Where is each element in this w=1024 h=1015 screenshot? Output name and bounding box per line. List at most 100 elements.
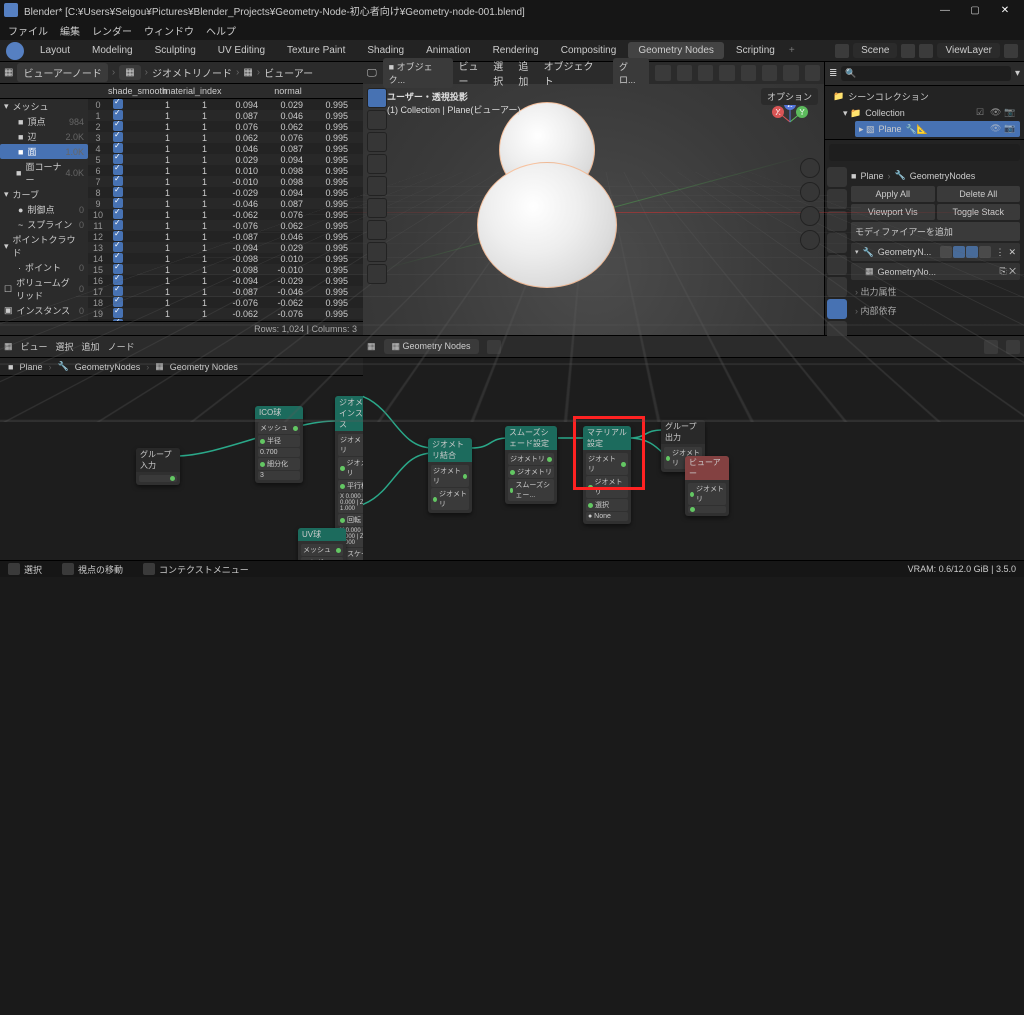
render-icon[interactable]: 📷 <box>1004 107 1016 119</box>
sb-face[interactable]: ■面1.0K <box>0 144 88 159</box>
table-row[interactable]: 811-0.0290.0940.995 <box>88 187 363 198</box>
workspace-tab-uv-editing[interactable]: UV Editing <box>208 42 275 59</box>
vp-menu-view[interactable]: ビュー <box>459 58 488 88</box>
transform-tool[interactable] <box>367 198 387 218</box>
plane-object[interactable]: ▸ ▧Plane🔧📐👁📷 <box>855 121 1020 137</box>
viewlayer-icon[interactable] <box>919 44 933 58</box>
apply-all-button[interactable]: Apply All <box>851 186 935 202</box>
add-tool[interactable] <box>367 264 387 284</box>
table-row[interactable]: 3110.0620.0760.995 <box>88 132 363 143</box>
props-search[interactable] <box>829 144 1020 161</box>
pan-icon[interactable] <box>800 182 820 202</box>
curve-group[interactable]: ▾カーブ <box>0 187 88 202</box>
collection[interactable]: ▾ 📁Collection☑👁📷 <box>829 105 1020 121</box>
vp-editor-type-icon[interactable]: 🖵 <box>367 68 377 79</box>
bc-geonode[interactable]: ジオメトリノード <box>152 65 232 80</box>
shading-mat-icon[interactable] <box>783 65 798 81</box>
cursor-tool[interactable] <box>367 110 387 130</box>
table-row[interactable]: 1110.0870.0460.995 <box>88 110 363 121</box>
delete-all-button[interactable]: Delete All <box>937 186 1021 202</box>
editor-type-icon[interactable]: ▦ <box>4 67 13 78</box>
shading-wire-icon[interactable] <box>741 65 756 81</box>
outliner-search[interactable]: 🔍 <box>841 66 1011 81</box>
props-tab-render[interactable] <box>827 167 847 187</box>
node-join-geometry[interactable]: ジオメトリ結合 ジオメトリジオメトリ <box>428 438 472 513</box>
add-workspace-button[interactable]: + <box>785 45 799 56</box>
modifier-close-icon[interactable]: ✕ <box>1008 247 1016 258</box>
sb-corner[interactable]: ■面コーナー4.0K <box>0 159 88 187</box>
render-icon[interactable]: 📷 <box>1004 123 1016 135</box>
viewlayer-browse-icon[interactable] <box>1004 44 1018 58</box>
workspace-tab-geometry-nodes[interactable]: Geometry Nodes <box>628 42 724 59</box>
xray-icon[interactable] <box>719 65 734 81</box>
select-tool[interactable] <box>367 88 387 108</box>
minimize-button[interactable]: — <box>930 0 960 20</box>
eye-icon[interactable]: 👁 <box>990 107 1002 119</box>
vp-orientation[interactable]: グロ... <box>613 58 649 88</box>
rotate-tool[interactable] <box>367 154 387 174</box>
menu-render[interactable]: レンダー <box>92 23 132 38</box>
pc-group[interactable]: ▾ポイントクラウド <box>0 232 88 260</box>
shading-solid-icon[interactable] <box>762 65 777 81</box>
sb-cp[interactable]: ●制御点0 <box>0 202 88 217</box>
scene-field[interactable]: Scene <box>853 43 897 58</box>
viewlayer-field[interactable]: ViewLayer <box>937 43 1000 58</box>
workspace-tab-shading[interactable]: Shading <box>357 42 414 59</box>
eye-icon[interactable]: 👁 <box>990 123 1002 135</box>
measure-tool[interactable] <box>367 242 387 262</box>
annotate-tool[interactable] <box>367 220 387 240</box>
workspace-tab-scripting[interactable]: Scripting <box>726 42 785 59</box>
col-shade-smooth[interactable]: shade_smooth <box>108 86 163 96</box>
menu-help[interactable]: ヘルプ <box>206 23 236 38</box>
scene-icon[interactable] <box>835 44 849 58</box>
col-material-index[interactable]: material_index <box>163 86 218 96</box>
workspace-tab-modeling[interactable]: Modeling <box>82 42 143 59</box>
outliner-filter-icon[interactable]: ▾ <box>1015 68 1020 79</box>
vp-menu-add[interactable]: 追加 <box>518 58 537 88</box>
3d-viewport[interactable]: 🖵 ■ オブジェク... ビュー 選択 追加 オブジェクト グロ... オプショ… <box>363 62 824 335</box>
table-row[interactable]: 911-0.0460.0870.995 <box>88 198 363 209</box>
close-button[interactable]: ✕ <box>990 0 1020 20</box>
sb-vertex[interactable]: ■頂点984 <box>0 114 88 129</box>
scene-collection[interactable]: 📁シーンコレクション <box>829 88 1020 105</box>
scale-tool[interactable] <box>367 176 387 196</box>
scene-browse-icon[interactable] <box>901 44 915 58</box>
workspace-tab-rendering[interactable]: Rendering <box>483 42 549 59</box>
workspace-tab-animation[interactable]: Animation <box>416 42 480 59</box>
camera-icon[interactable] <box>800 206 820 226</box>
mesh-group[interactable]: ▾メッシュ <box>0 99 88 114</box>
nav-gizmo[interactable]: YXZ <box>766 98 814 146</box>
blender-icon[interactable] <box>6 42 24 60</box>
table-row[interactable]: 6110.0100.0980.995 <box>88 165 363 176</box>
workspace-tab-layout[interactable]: Layout <box>30 42 80 59</box>
menu-window[interactable]: ウィンドウ <box>144 23 194 38</box>
snowman-mesh[interactable] <box>477 102 617 288</box>
node-uv-sphere[interactable]: UV球 メッシュ セグメント 32 リング 16 半径 1.000 <box>298 528 346 560</box>
spreadsheet-mode[interactable]: ビューアーノード <box>17 63 107 82</box>
maximize-button[interactable]: ▢ <box>960 0 990 20</box>
node-set-smooth[interactable]: スムーズシェード設定 ジオメトリジオメトリスムーズシェー... <box>505 426 557 504</box>
persp-icon[interactable] <box>800 230 820 250</box>
workspace-tab-sculpting[interactable]: Sculpting <box>145 42 206 59</box>
exclude-icon[interactable]: ☑ <box>976 107 988 119</box>
node-viewer[interactable]: ビューアー ジオメトリ <box>685 456 729 516</box>
table-row[interactable]: 711-0.0100.0980.995 <box>88 176 363 187</box>
zoom-icon[interactable] <box>800 158 820 178</box>
proportional-icon[interactable] <box>677 65 692 81</box>
vp-menu-object[interactable]: オブジェクト <box>544 58 601 88</box>
table-row[interactable]: 4110.0460.0870.995 <box>88 143 363 154</box>
vp-object-mode[interactable]: ■ オブジェク... <box>383 58 453 88</box>
menu-file[interactable]: ファイル <box>8 23 48 38</box>
vp-options[interactable]: オプション <box>761 88 818 105</box>
sb-spline[interactable]: ~スプライン0 <box>0 217 88 232</box>
col-normal[interactable]: normal <box>218 86 358 96</box>
workspace-tab-texture-paint[interactable]: Texture Paint <box>277 42 355 59</box>
snap-icon[interactable] <box>655 65 670 81</box>
bc-icon[interactable]: ▦ <box>119 65 140 80</box>
shading-rendered-icon[interactable] <box>805 65 820 81</box>
bc-object[interactable]: Plane <box>860 171 883 181</box>
sb-edge[interactable]: ■辺2.0K <box>0 129 88 144</box>
table-row[interactable]: 2110.0760.0620.995 <box>88 121 363 132</box>
bc-modifier[interactable]: GeometryNodes <box>910 171 976 181</box>
sb-point[interactable]: ·ポイント0 <box>0 260 88 275</box>
